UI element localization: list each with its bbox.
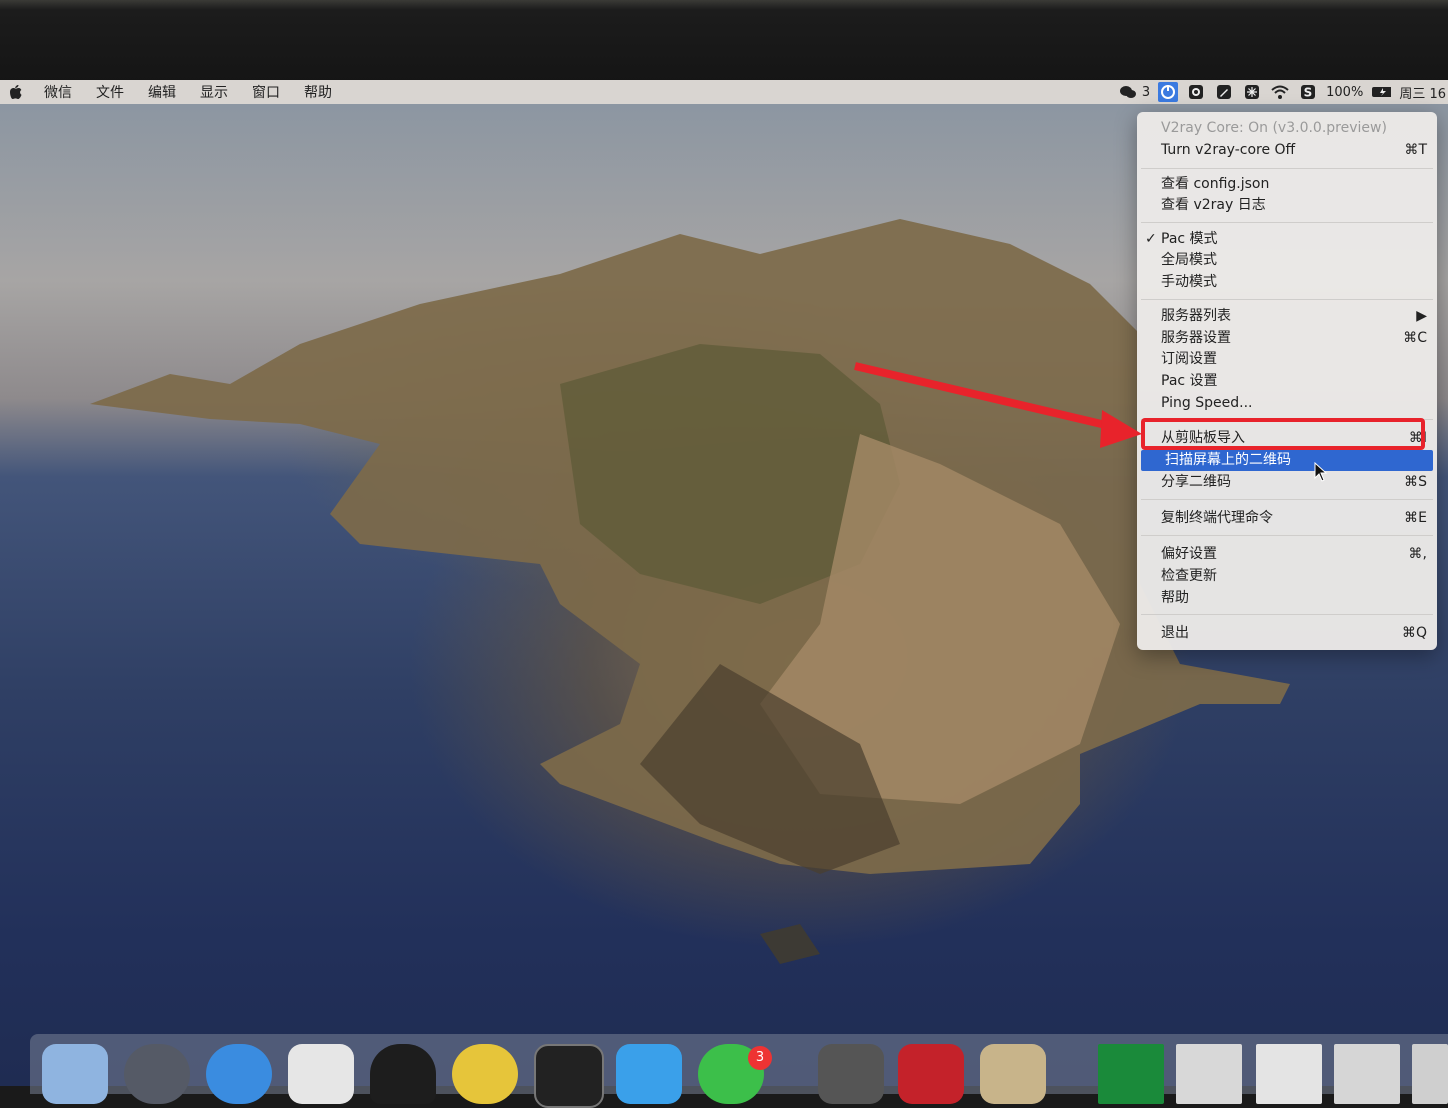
menu-edit[interactable]: 编辑 [148, 82, 176, 102]
menu-separator [1141, 299, 1433, 300]
apple-icon[interactable] [8, 84, 22, 100]
menu-file[interactable]: 文件 [96, 82, 124, 102]
pac-settings-item[interactable]: Pac 设置 [1161, 371, 1427, 392]
annotation-highlight-box [1141, 418, 1425, 450]
copy-proxy-command-item[interactable]: 复制终端代理命令 ⌘E [1161, 508, 1427, 529]
wechat-status-icon[interactable] [1118, 82, 1138, 102]
wifi-icon[interactable] [1270, 82, 1290, 102]
pac-mode-item[interactable]: ✓ Pac 模式 [1145, 229, 1427, 250]
turn-off-core-item[interactable]: Turn v2ray-core Off ⌘T [1161, 140, 1427, 161]
view-log-item[interactable]: 查看 v2ray 日志 [1161, 195, 1427, 216]
status-area: 3 S 100% 周三 16 [1118, 80, 1448, 104]
snowflake-status-icon[interactable] [1242, 82, 1262, 102]
menu-separator [1141, 535, 1433, 536]
menu-separator [1141, 614, 1433, 615]
checkmark-icon: ✓ [1145, 231, 1157, 247]
shortcut-label: ⌘T [1404, 142, 1427, 158]
window-icon[interactable] [1412, 1044, 1448, 1104]
menu-help[interactable]: 帮助 [304, 82, 332, 102]
ping-speed-item[interactable]: Ping Speed... [1161, 393, 1427, 414]
mouse-cursor-icon [1314, 462, 1328, 482]
battery-percent: 100% [1326, 84, 1364, 100]
check-update-item[interactable]: 检查更新 [1161, 566, 1427, 587]
window-icon[interactable] [1334, 1044, 1400, 1104]
window-icon[interactable] [1256, 1044, 1322, 1104]
view-config-item[interactable]: 查看 config.json [1161, 174, 1427, 195]
sublime-icon[interactable] [818, 1044, 884, 1104]
wechat-unread-count: 3 [1141, 84, 1151, 100]
shortcut-label: ⌘E [1404, 510, 1427, 526]
server-list-item[interactable]: 服务器列表 ▶ [1161, 306, 1427, 327]
server-settings-item[interactable]: 服务器设置 ⌘C [1161, 328, 1427, 349]
s-app-status-icon[interactable]: S [1298, 82, 1318, 102]
submenu-arrow-icon: ▶ [1416, 308, 1427, 324]
help-item[interactable]: 帮助 [1161, 588, 1427, 609]
menu-view[interactable]: 显示 [200, 82, 228, 102]
global-mode-item[interactable]: 全局模式 [1161, 250, 1427, 271]
pen-status-icon[interactable] [1214, 82, 1234, 102]
filezilla-icon[interactable] [898, 1044, 964, 1104]
preview-icon[interactable] [980, 1044, 1046, 1104]
scan-qr-item[interactable]: 扫描屏幕上的二维码 [1141, 450, 1433, 471]
shortcut-label: ⌘C [1403, 330, 1427, 346]
shortcut-label: ⌘, [1408, 546, 1427, 562]
menu-bar: 微信 文件 编辑 显示 窗口 帮助 3 S 100% 周三 16 [0, 80, 1448, 104]
chrome-icon[interactable] [288, 1044, 354, 1104]
preferences-item[interactable]: 偏好设置 ⌘, [1161, 544, 1427, 565]
qq-icon[interactable] [370, 1044, 436, 1104]
menu-window[interactable]: 窗口 [252, 82, 280, 102]
subscription-item[interactable]: 订阅设置 [1161, 349, 1427, 370]
finder-icon[interactable] [42, 1044, 108, 1104]
v2ray-status-icon[interactable] [1158, 82, 1179, 102]
battery-icon[interactable] [1371, 82, 1392, 102]
v2ray-menu: V2ray Core: On (v3.0.0.preview) Turn v2r… [1137, 112, 1437, 650]
safari-icon[interactable] [206, 1044, 272, 1104]
launchpad-icon[interactable] [124, 1044, 190, 1104]
shortcut-label: ⌘S [1404, 474, 1427, 490]
menu-separator [1141, 168, 1433, 169]
wechat-dock-badge: 3 [748, 1046, 772, 1070]
maps-icon[interactable] [452, 1044, 518, 1104]
xcode-icon[interactable] [616, 1044, 682, 1104]
menu-wechat[interactable]: 微信 [44, 82, 72, 102]
activity-icon[interactable] [1098, 1044, 1164, 1104]
svg-text:S: S [1304, 86, 1313, 100]
monitor-bezel [0, 0, 1448, 82]
terminal-icon[interactable] [534, 1044, 604, 1108]
menu-separator [1141, 499, 1433, 500]
menu-separator [1141, 222, 1433, 223]
manual-mode-item[interactable]: 手动模式 [1161, 272, 1427, 293]
share-qr-item[interactable]: 分享二维码 ⌘S [1161, 472, 1427, 493]
shortcut-label: ⌘Q [1401, 625, 1427, 641]
core-status-item: V2ray Core: On (v3.0.0.preview) [1161, 120, 1387, 136]
window-icon[interactable] [1176, 1044, 1242, 1104]
quit-item[interactable]: 退出 ⌘Q [1161, 623, 1427, 644]
camera-status-icon[interactable] [1186, 82, 1206, 102]
clock[interactable]: 周三 16 [1399, 83, 1446, 102]
